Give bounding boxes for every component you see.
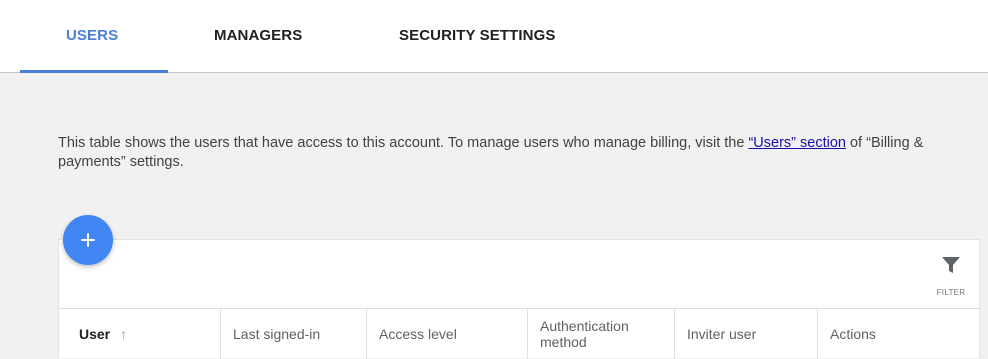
- filter-funnel-icon: [942, 257, 960, 273]
- column-header-inviter-user[interactable]: Inviter user: [675, 309, 818, 359]
- column-header-user[interactable]: User ↑: [58, 309, 221, 359]
- tab-security-settings[interactable]: SECURITY SETTINGS: [399, 27, 555, 44]
- column-header-last-signed-in[interactable]: Last signed-in: [221, 309, 367, 359]
- table-header-row: User ↑ Last signed-in Access level Authen…: [58, 308, 980, 359]
- column-header-access-level[interactable]: Access level: [367, 309, 528, 359]
- column-header-authentication-method[interactable]: Authentication method: [528, 309, 675, 359]
- column-label-user: User: [79, 326, 111, 342]
- table-description: This table shows the users that have acc…: [58, 134, 968, 172]
- tab-managers[interactable]: MANAGERS: [214, 27, 302, 44]
- description-text-before: This table shows the users that have acc…: [58, 135, 749, 151]
- add-user-button[interactable]: [63, 215, 113, 265]
- column-label-access-level: Access level: [379, 326, 457, 342]
- column-label-inviter-user: Inviter user: [687, 326, 757, 342]
- column-header-actions: Actions: [818, 309, 980, 359]
- sort-ascending-icon[interactable]: ↑: [120, 326, 127, 342]
- active-tab-indicator: [20, 70, 168, 73]
- users-section-link[interactable]: “Users” section: [748, 135, 846, 151]
- tab-users[interactable]: USERS: [66, 27, 118, 44]
- column-label-last-signed-in: Last signed-in: [233, 326, 321, 342]
- filter-label: FILTER: [936, 288, 966, 297]
- column-label-actions: Actions: [830, 326, 876, 342]
- filter-button[interactable]: FILTER: [932, 254, 970, 300]
- column-label-authentication-method: Authentication method: [540, 318, 629, 350]
- plus-icon: [63, 215, 113, 265]
- tab-bar: USERS MANAGERS SECURITY SETTINGS: [0, 0, 988, 73]
